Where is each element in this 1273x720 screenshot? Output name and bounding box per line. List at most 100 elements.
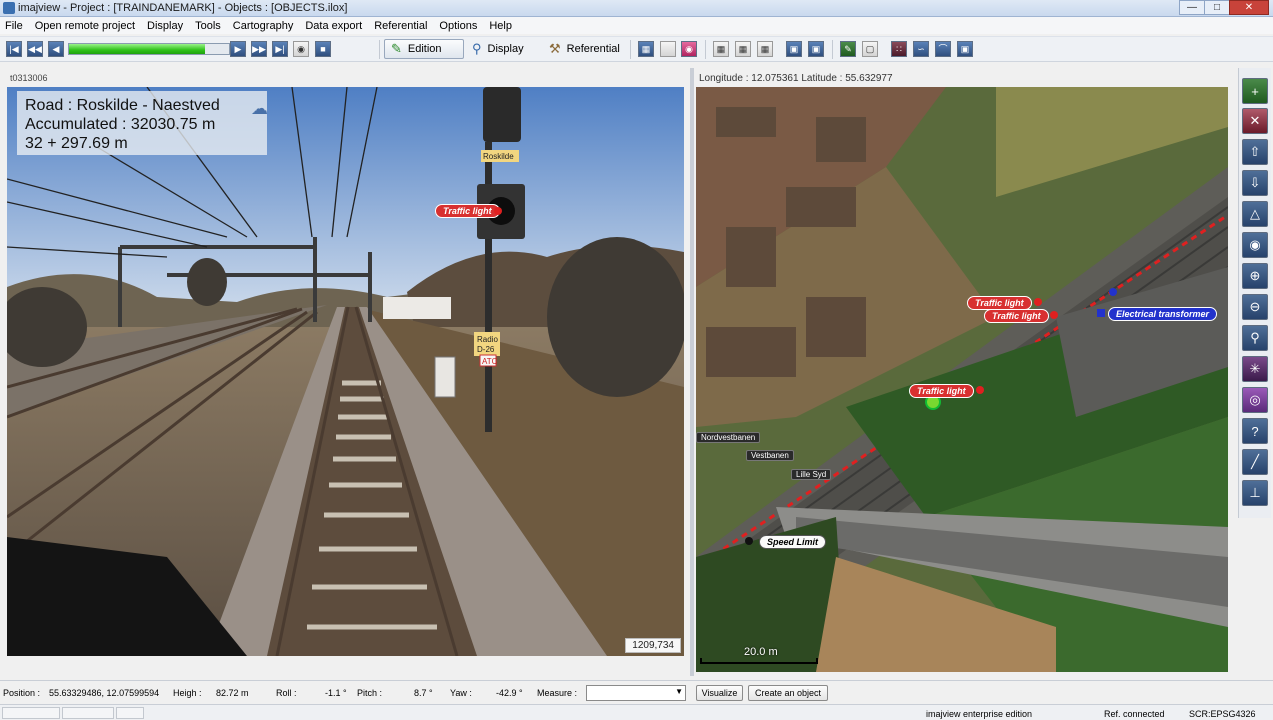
sign-roskilde: Roskilde [483,152,514,161]
delete-object-icon[interactable]: ✕ [1242,108,1268,134]
map-traffic-light-tag-2[interactable]: Traffic light [984,309,1049,323]
measure-label: Measure : [537,688,578,698]
status-bar: imajview enterprise edition Ref. connect… [0,704,1273,720]
pitch-label: Pitch : [357,688,383,698]
transformer-marker-2[interactable] [1097,309,1105,317]
electrical-transformer-tag[interactable]: Electrical transformer [1108,307,1218,321]
menu-data-export[interactable]: Data export [305,20,362,32]
move-up-icon[interactable]: ⇧ [1242,139,1268,165]
step-back-icon[interactable]: ◀ [48,41,64,57]
referential-label: Referential [566,43,620,55]
map-scale-bar: 20.0 m [700,646,820,666]
grid-view-icon[interactable]: ▦ [638,41,654,57]
frame-icon[interactable]: ▢ [862,41,878,57]
layout-3-icon[interactable]: ▦ [757,41,773,57]
chainage: 32 + 297.69 m [25,135,128,152]
menu-file[interactable]: File [5,20,23,32]
roll-label: Roll : [276,688,297,698]
map-traffic-light-tag-3[interactable]: Traffic light [909,384,974,398]
maximize-button[interactable]: □ [1204,0,1230,15]
move-down-icon[interactable]: ⇩ [1242,170,1268,196]
close-button[interactable]: ✕ [1229,0,1269,15]
measure-select[interactable]: ▼ [586,685,686,701]
help-icon[interactable]: ? [1242,418,1268,444]
yaw-value: -42.9 ° [496,688,523,698]
camera-icon[interactable]: ◉ [293,41,309,57]
edition-button[interactable]: ✎ Edition [384,39,464,59]
layout-2-icon[interactable]: ▦ [735,41,751,57]
menu-display[interactable]: Display [147,20,183,32]
speed-limit-marker[interactable] [745,537,753,545]
blank-view-icon[interactable] [660,41,676,57]
first-frame-icon[interactable]: |◀ [6,41,22,57]
scr-status: SCR:EPSG4326 [1189,709,1256,719]
yaw-label: Yaw : [450,688,472,698]
image-id: t0313006 [10,73,48,83]
sign-radio: Radio [477,335,498,344]
playback-progress[interactable] [68,43,230,55]
menu-options[interactable]: Options [439,20,477,32]
app-icon [3,2,15,14]
menu-cartography[interactable]: Cartography [233,20,294,32]
zoom-fit-icon[interactable]: ⚲ [1242,325,1268,351]
traffic-light-marker[interactable] [494,207,502,215]
create-object-button[interactable]: Create an object [748,685,828,701]
progress-fill [69,44,205,54]
arc-icon[interactable]: ⌒ [935,41,951,57]
pixel-readout: 1209,734 [625,638,681,653]
minimize-button[interactable]: — [1179,0,1205,15]
transformer-marker-1[interactable] [1109,288,1117,296]
snapshot-icon[interactable]: ◉ [1242,232,1268,258]
zoom-in-icon[interactable]: ⊕ [1242,263,1268,289]
lasso-icon[interactable]: ✳ [1242,356,1268,382]
street-image[interactable]: Roskilde Radio D-26 ATC Road : Roskilde … [7,87,684,656]
play-icon[interactable]: ▶ [230,41,246,57]
aerial-map[interactable]: Traffic light Traffic light Traffic ligh… [696,87,1228,672]
last-frame-icon[interactable]: ▶| [272,41,288,57]
lonlat-readout: Longitude : 12.075361 Latitude : 55.6329… [699,73,893,84]
position-label: Position : [3,688,41,698]
map-traffic-light-tag-1[interactable]: Traffic light [967,296,1032,310]
pencil-icon: ✎ [391,41,402,56]
display-button[interactable]: ⚲ Display [466,39,536,59]
traffic-light-tag[interactable]: Traffic light [435,204,500,218]
center-icon[interactable]: ◎ [1242,387,1268,413]
rail-photo: Roskilde Radio D-26 ATC [7,87,684,656]
fast-forward-icon[interactable]: ▶▶ [251,41,267,57]
dice-icon[interactable]: ∷ [891,41,907,57]
hammer-icon: ⚒ [549,41,561,56]
resize-icon[interactable]: ▣ [957,41,973,57]
line-label-nordvestbanen: Nordvestbanen [696,432,761,443]
map-traffic-light-marker-1[interactable] [1034,298,1042,306]
stop-icon[interactable]: ■ [315,41,331,57]
height-measure-icon[interactable]: ⊥ [1242,480,1268,506]
target-icon[interactable]: ◉ [681,41,697,57]
curve-icon[interactable]: ∽ [913,41,929,57]
menu-referential[interactable]: Referential [374,20,427,32]
save-all-icon[interactable]: ▣ [808,41,824,57]
app-window: imajview - Project : [TRAINDANEMARK] - O… [0,0,1273,720]
line-label-lille-syd: Lille Syd [791,469,832,480]
draw-icon[interactable]: ✎ [840,41,856,57]
visualize-button[interactable]: Visualize [696,685,743,701]
menu-bar: File Open remote project Display Tools C… [0,17,1273,34]
layout-1-icon[interactable]: ▦ [713,41,729,57]
map-traffic-light-marker-3[interactable] [976,386,984,394]
edit-shape-icon[interactable]: △ [1242,201,1268,227]
window-title: imajview - Project : [TRAINDANEMARK] - O… [18,2,348,14]
chevron-down-icon: ▼ [675,687,683,696]
road-name: Road : Roskilde - Naestved [25,97,220,114]
ruler-icon[interactable]: ╱ [1242,449,1268,475]
menu-open-remote-project[interactable]: Open remote project [35,20,135,32]
menu-tools[interactable]: Tools [195,20,221,32]
position-value: 55.63329486, 12.07599594 [49,688,160,698]
fast-rewind-icon[interactable]: ◀◀ [27,41,43,57]
save-icon[interactable]: ▣ [786,41,802,57]
speed-limit-tag[interactable]: Speed Limit [759,535,827,549]
referential-button[interactable]: ⚒ Referential [543,39,623,59]
menu-help[interactable]: Help [489,20,512,32]
edition-status: imajview enterprise edition [926,709,1033,719]
map-traffic-light-marker-2[interactable] [1050,311,1058,319]
add-object-icon[interactable]: + [1242,78,1268,104]
zoom-out-icon[interactable]: ⊖ [1242,294,1268,320]
